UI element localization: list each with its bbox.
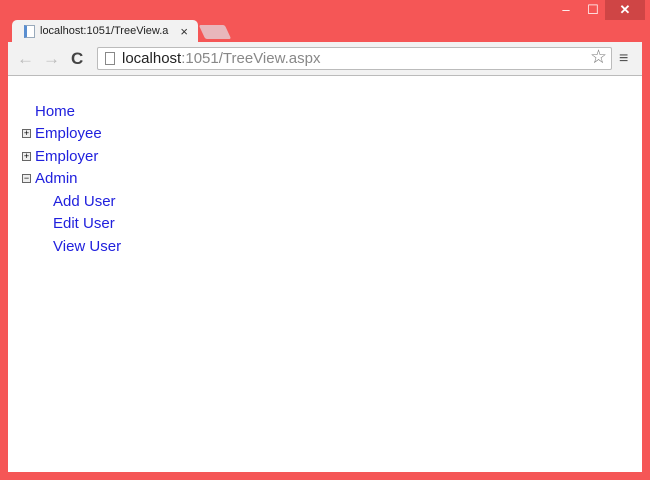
tab-close-icon[interactable]: × bbox=[180, 20, 188, 43]
tree-node-add-user[interactable]: Add User bbox=[53, 193, 116, 210]
tree-node-admin[interactable]: Admin bbox=[35, 170, 78, 187]
maximize-button[interactable]: ☐ bbox=[580, 0, 606, 20]
tab-title: localhost:1051/TreeView.a bbox=[40, 25, 169, 37]
tree-node-employer[interactable]: Employer bbox=[35, 148, 98, 165]
url-host: localhost bbox=[122, 50, 182, 67]
reload-icon[interactable]: C bbox=[71, 49, 83, 69]
tree-node-edit-user[interactable]: Edit User bbox=[53, 215, 115, 232]
expand-icon[interactable]: + bbox=[22, 152, 31, 161]
back-icon[interactable]: ← bbox=[17, 49, 34, 69]
tree-node-view-user[interactable]: View User bbox=[53, 238, 121, 255]
address-bar[interactable]: localhost:1051/TreeView.aspx ☆ bbox=[97, 47, 612, 70]
forward-icon[interactable]: → bbox=[43, 49, 60, 69]
expand-icon[interactable]: + bbox=[22, 129, 31, 138]
toolbar: ← → C localhost:1051/TreeView.aspx ☆ ≡ bbox=[8, 42, 642, 76]
menu-icon[interactable]: ≡ bbox=[619, 50, 628, 68]
url-path: :1051/TreeView.aspx bbox=[181, 50, 321, 67]
close-window-button[interactable]: ✕ bbox=[605, 0, 645, 20]
page-icon bbox=[105, 52, 115, 65]
bookmark-star-icon[interactable]: ☆ bbox=[590, 47, 607, 68]
new-tab-button[interactable] bbox=[198, 25, 232, 39]
minimize-button[interactable]: ‒ bbox=[552, 0, 580, 20]
browser-tab[interactable]: localhost:1051/TreeView.a × bbox=[12, 20, 198, 43]
tree-node-employee[interactable]: Employee bbox=[35, 125, 102, 142]
collapse-icon[interactable]: − bbox=[22, 174, 31, 183]
page-icon bbox=[24, 25, 35, 38]
tree-node-home[interactable]: Home bbox=[35, 103, 75, 120]
page-content: Home + Employee + Employer − Admin Add U… bbox=[8, 76, 642, 472]
